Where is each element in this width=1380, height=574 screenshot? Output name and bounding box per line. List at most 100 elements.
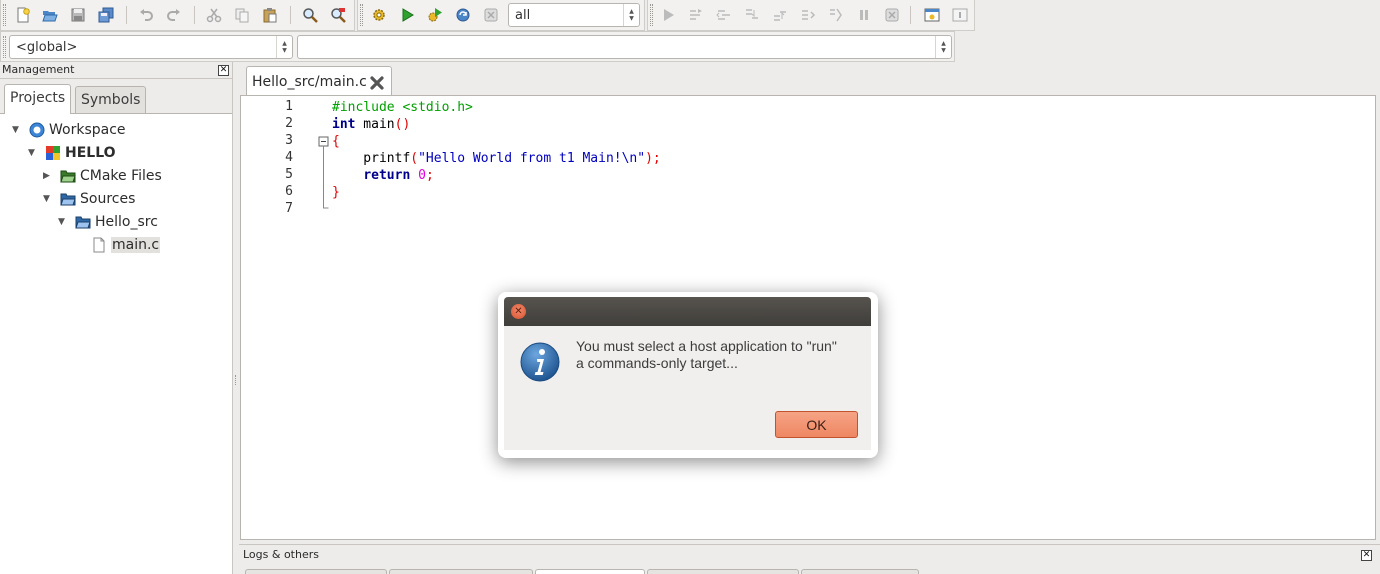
redo-button[interactable]: [164, 5, 184, 25]
toolbar-separator: [910, 6, 911, 24]
line-number-gutter: 1 2 3 4 5 6 7: [241, 96, 301, 539]
code-line[interactable]: return 0;: [332, 167, 433, 184]
step-into-button[interactable]: [742, 5, 762, 25]
cut-button[interactable]: [204, 5, 224, 25]
line-number: 5: [285, 167, 293, 182]
close-icon[interactable]: [369, 75, 385, 91]
expander-expanded-icon[interactable]: ▼: [28, 148, 37, 158]
tree-label: main.c: [111, 237, 161, 253]
undo-button[interactable]: [136, 5, 156, 25]
tree-node-cmake-files[interactable]: ▶ CMake Files: [43, 166, 162, 186]
build-target-select[interactable]: all ▲ ▼: [508, 3, 640, 27]
code-line[interactable]: printf("Hello World from t1 Main!\n");: [332, 150, 660, 167]
main-toolbar: all ▲ ▼: [0, 0, 1380, 31]
code-token: 0: [418, 168, 426, 183]
rebuild-button[interactable]: [453, 5, 473, 25]
rebuild-icon: [456, 8, 470, 22]
editor-tab-label: Hello_src/main.c: [252, 74, 367, 90]
expander-collapsed-icon[interactable]: ▶: [43, 171, 52, 181]
save-button[interactable]: [68, 5, 88, 25]
info-icon: [520, 342, 560, 382]
copy-button[interactable]: [232, 5, 252, 25]
save-all-button[interactable]: [96, 5, 116, 25]
various-info-button[interactable]: [950, 5, 970, 25]
management-close-icon[interactable]: ✕: [218, 65, 229, 76]
gear-icon: [373, 9, 385, 21]
break-debugger-button[interactable]: [854, 5, 874, 25]
play-icon: [402, 8, 414, 22]
tab-symbols[interactable]: Symbols: [75, 86, 147, 114]
logs-tab[interactable]: [647, 569, 799, 574]
tree-node-workspace[interactable]: ▼ Workspace: [12, 120, 126, 140]
dialog-message-line2: a commands-only target...: [576, 355, 738, 371]
tree-node-project[interactable]: ▼ HELLO: [28, 143, 116, 163]
tab-projects[interactable]: Projects: [4, 84, 72, 114]
code-token: }: [332, 185, 340, 200]
ok-button[interactable]: OK: [775, 411, 858, 438]
chevron-updown-icon: ▲ ▼: [276, 36, 292, 58]
run-to-cursor-button[interactable]: [686, 5, 706, 25]
code-token: "Hello World from t1 Main!\n": [418, 151, 646, 166]
ok-button-label: OK: [806, 416, 827, 433]
stop-debugger-button[interactable]: [882, 5, 902, 25]
new-file-button[interactable]: [13, 5, 33, 25]
toolbar-debugger-group: [647, 0, 975, 31]
function-select[interactable]: ▲ ▼: [297, 35, 952, 59]
code-token: {: [332, 134, 340, 149]
info-window-icon: [952, 8, 968, 22]
management-panel: Management ✕ Projects Symbols ▼ Workspac…: [0, 62, 233, 574]
toolbar-separator: [194, 6, 195, 24]
folder-open-icon: [42, 11, 58, 22]
find-replace-icon: [331, 8, 346, 23]
next-line-button[interactable]: [714, 5, 734, 25]
find-button[interactable]: [300, 5, 320, 25]
code-line[interactable]: }: [332, 184, 340, 201]
splitter-handle[interactable]: [235, 375, 237, 385]
debug-run-button[interactable]: [658, 5, 678, 25]
open-button[interactable]: [40, 5, 60, 25]
step-into-instruction-button[interactable]: [826, 5, 846, 25]
close-icon[interactable]: ✕: [511, 304, 526, 319]
debugging-windows-button[interactable]: [922, 5, 942, 25]
build-button[interactable]: [369, 5, 389, 25]
logs-tab[interactable]: [245, 569, 387, 574]
paste-button[interactable]: [260, 5, 280, 25]
debug-play-icon: [664, 9, 674, 21]
expander-expanded-icon[interactable]: ▼: [12, 125, 21, 135]
save-all-icon: [98, 7, 114, 23]
tree-node-sources[interactable]: ▼ Sources: [43, 189, 135, 209]
replace-button[interactable]: [328, 5, 348, 25]
expander-expanded-icon[interactable]: ▼: [43, 194, 52, 204]
logs-tab[interactable]: [801, 569, 919, 574]
next-instruction-button[interactable]: [798, 5, 818, 25]
scope-select[interactable]: <global> ▲ ▼: [9, 35, 293, 59]
editor-tab[interactable]: Hello_src/main.c: [246, 66, 392, 97]
tab-projects-label: Projects: [10, 90, 66, 106]
toolbar-grip[interactable]: [3, 36, 6, 58]
toolbar-grip[interactable]: [3, 4, 6, 26]
tree-node-main-c[interactable]: main.c: [91, 235, 161, 255]
logs-tab[interactable]: [535, 569, 645, 574]
tree-node-hello-src[interactable]: ▼ Hello_src: [58, 212, 158, 232]
step-out-button[interactable]: [770, 5, 790, 25]
folder-icon: [60, 168, 76, 184]
code-token: int: [332, 117, 356, 132]
stop-icon: [484, 8, 498, 22]
logs-close-icon[interactable]: ✕: [1361, 550, 1372, 561]
pause-icon: [860, 10, 868, 20]
expander-expanded-icon[interactable]: ▼: [58, 217, 67, 227]
code-line[interactable]: {: [332, 133, 340, 150]
abort-button[interactable]: [481, 5, 501, 25]
logs-tab[interactable]: [389, 569, 533, 574]
project-icon: [45, 145, 61, 161]
code-line[interactable]: int main(): [332, 116, 410, 133]
run-button[interactable]: [397, 5, 417, 25]
toolbar-grip[interactable]: [360, 4, 363, 26]
logs-title: Logs & others: [243, 548, 319, 561]
chevron-updown-icon: ▲ ▼: [623, 4, 639, 26]
toolbar-grip[interactable]: [650, 4, 653, 26]
build-and-run-button[interactable]: [425, 5, 445, 25]
toolbar-separator: [290, 6, 291, 24]
code-line[interactable]: #include <stdio.h>: [332, 99, 473, 116]
